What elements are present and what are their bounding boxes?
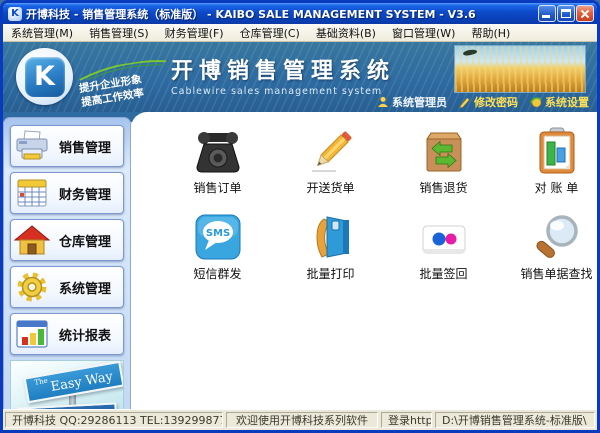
- app-title: 开博销售管理系统: [171, 59, 396, 84]
- window-title: 开博科技 - 销售管理系统（标准版） - KAIBO SALE MANAGEME…: [26, 7, 476, 21]
- menubar: 系统管理(M) 销售管理(S) 财务管理(F) 仓库管理(C) 基础资料(B) …: [3, 24, 597, 42]
- search-magnifier-icon: [532, 211, 582, 261]
- telephone-icon: [193, 125, 243, 175]
- pencil-icon: [306, 125, 356, 175]
- shortcut-label: 销售单据查找: [520, 267, 593, 281]
- minimize-button[interactable]: [538, 5, 556, 22]
- status-welcome: 欢迎使用开博科技系列软件: [226, 412, 378, 428]
- sidebar-item-sales[interactable]: 销售管理: [10, 125, 124, 167]
- shortcut-batch-signback[interactable]: 批量签回: [387, 211, 500, 282]
- shortcut-sales-order[interactable]: 销售订单: [161, 125, 274, 196]
- sidebar-item-warehouse[interactable]: 仓库管理: [10, 219, 124, 261]
- brand-logo-icon: K: [16, 48, 73, 105]
- shortcut-label: 批量签回: [419, 267, 468, 281]
- shortcut-find-sales-doc[interactable]: 销售单据查找: [500, 211, 597, 282]
- shortcut-grid: 销售订单 开送货单 销售退货 对 账 单 SMS 短信群发 批量打印 批量签回 …: [161, 125, 597, 282]
- shortcut-sales-return[interactable]: 销售退货: [387, 125, 500, 196]
- shortcut-delivery-note[interactable]: 开送货单: [274, 125, 387, 196]
- workspace: 销售订单 开送货单 销售退货 对 账 单 SMS 短信群发 批量打印 批量签回 …: [131, 112, 597, 409]
- brand-slogan: 提升企业形象 提高工作效率: [77, 57, 174, 110]
- shortcut-batch-print[interactable]: 批量打印: [274, 211, 387, 282]
- banner-titles: 开博销售管理系统 Cablewire sales management syst…: [171, 53, 395, 97]
- bar-chart-icon: [11, 318, 53, 350]
- status-contact: 开博科技 QQ:29286113 TEL:13929987799: [5, 412, 223, 428]
- app-window: K 开博科技 - 销售管理系统（标准版） - KAIBO SALE MANAGE…: [0, 0, 600, 433]
- shortcut-statement[interactable]: 对 账 单: [500, 125, 597, 196]
- svg-text:SMS: SMS: [205, 228, 229, 239]
- change-password-label: 修改密码: [474, 96, 518, 109]
- system-settings-link[interactable]: 系统设置: [530, 94, 589, 110]
- sidebar: 销售管理 财务管理 仓库管理 系统管理 统计报表 TheEasy Way: [3, 117, 131, 409]
- statusbar: 开博科技 QQ:29286113 TEL:13929987799 欢迎使用开博科…: [3, 409, 597, 430]
- main-body: 销售管理 财务管理 仓库管理 系统管理 统计报表 TheEasy Way 销售订…: [3, 112, 597, 409]
- shortcut-label: 销售退货: [419, 181, 468, 195]
- change-password-link[interactable]: 修改密码: [459, 94, 518, 110]
- app-subtitle: Cablewire sales management system: [171, 86, 383, 97]
- wheat-field-photo: [454, 45, 586, 93]
- hard-way-sign: TheHard Way: [16, 402, 119, 409]
- shortcut-sms-broadcast[interactable]: SMS 短信群发: [161, 211, 274, 282]
- menu-sales[interactable]: 销售管理(S): [81, 24, 157, 42]
- shortcut-label: 开送货单: [306, 181, 355, 195]
- printer-icon: [11, 130, 53, 162]
- close-button[interactable]: [576, 5, 594, 22]
- menu-help[interactable]: 帮助(H): [463, 24, 518, 42]
- sidebar-item-reports[interactable]: 统计报表: [10, 313, 124, 355]
- statement-clipboard-icon: [535, 125, 579, 175]
- settings-globe-icon: [530, 97, 542, 108]
- edit-pencil-icon: [459, 97, 470, 108]
- shortcut-label: 短信群发: [193, 267, 242, 281]
- return-box-icon: [421, 125, 467, 175]
- quicklinks: 系统管理员 修改密码 系统设置: [377, 94, 589, 110]
- titlebar: K 开博科技 - 销售管理系统（标准版） - KAIBO SALE MANAGE…: [3, 3, 597, 24]
- app-logo-icon: K: [8, 6, 22, 21]
- sidebar-item-label: 统计报表: [58, 328, 111, 344]
- sidebar-item-label: 销售管理: [58, 140, 111, 156]
- status-website-link[interactable]: 登录http://www.757abc.com获取更多...: [381, 412, 432, 428]
- batch-print-binder-icon: [307, 211, 355, 261]
- sidebar-item-system[interactable]: 系统管理: [10, 266, 124, 308]
- home-icon: [11, 224, 53, 256]
- batch-sign-dots-icon: [419, 211, 469, 261]
- current-user-label: 系统管理员: [392, 96, 447, 109]
- sidebar-item-finance[interactable]: 财务管理: [10, 172, 124, 214]
- menu-system[interactable]: 系统管理(M): [3, 24, 81, 42]
- user-icon: [378, 96, 388, 107]
- menu-warehouse[interactable]: 仓库管理(C): [232, 24, 308, 42]
- brand-logo-letter: K: [24, 56, 65, 97]
- shortcut-label: 销售订单: [193, 181, 242, 195]
- system-settings-label: 系统设置: [545, 96, 589, 109]
- menu-basedata[interactable]: 基础资料(B): [308, 24, 384, 42]
- gear-icon: [11, 270, 53, 304]
- calendar-icon: [11, 177, 53, 209]
- shortcut-label: 批量打印: [306, 267, 355, 281]
- sms-icon: SMS: [194, 211, 242, 261]
- current-user-link[interactable]: 系统管理员: [377, 94, 447, 110]
- maximize-button[interactable]: [557, 5, 575, 22]
- menu-finance[interactable]: 财务管理(F): [157, 24, 232, 42]
- sidebar-item-label: 仓库管理: [58, 234, 111, 250]
- easy-hard-way-image: TheEasy Way TheHard Way: [10, 360, 124, 409]
- menu-window[interactable]: 窗口管理(W): [384, 24, 463, 42]
- shortcut-label: 对 账 单: [534, 181, 579, 195]
- status-install-path: D:\开博销售管理系统-标准版\: [435, 412, 595, 428]
- sidebar-item-label: 系统管理: [58, 281, 111, 297]
- sidebar-item-label: 财务管理: [58, 187, 111, 203]
- header-banner: K 提升企业形象 提高工作效率 开博销售管理系统 Cablewire sales…: [3, 42, 597, 112]
